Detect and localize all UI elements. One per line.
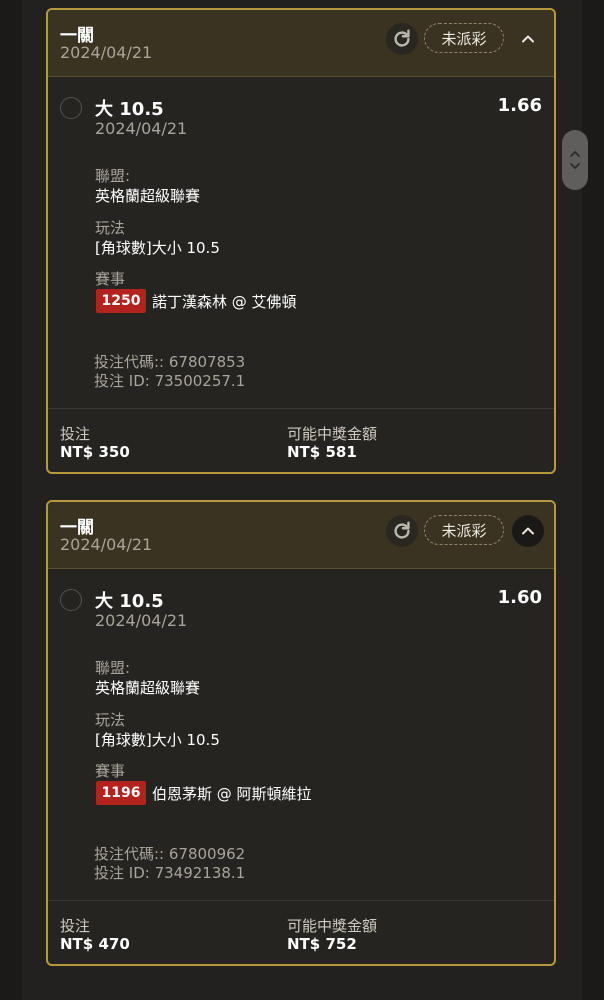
selection-date: 2024/04/21 (95, 119, 188, 138)
select-radio[interactable] (60, 589, 82, 611)
collapse-button[interactable] (512, 515, 544, 547)
market-value: [角球數]大小 10.5 (95, 731, 220, 749)
refresh-icon (394, 521, 410, 539)
match-name: 伯恩茅斯 @ 阿斯頓維拉 (152, 785, 312, 803)
chevron-down-icon[interactable] (569, 162, 581, 171)
league-value: 英格蘭超級聯賽 (95, 679, 201, 697)
event-label: 賽事 (95, 270, 126, 288)
collapse-button[interactable] (512, 23, 544, 55)
bet-id: 投注 ID: 73492138.1 (94, 864, 246, 882)
bet-code: 投注代碼:: 67807853 (94, 353, 246, 371)
league-label: 聯盟: (95, 659, 131, 677)
status-badge: 未派彩 (424, 515, 504, 545)
payout-value: NT$ 581 (287, 443, 357, 461)
bet-id: 投注 ID: 73500257.1 (94, 372, 246, 390)
league-value: 英格蘭超級聯賽 (95, 187, 201, 205)
bet-date: 2024/04/21 (60, 43, 153, 62)
bet-card-header[interactable]: 一關 2024/04/21 未派彩 (48, 502, 554, 569)
bet-card: 一關 2024/04/21 未派彩 大 10.5 1.66 2024/04/21… (46, 8, 556, 474)
payout-label: 可能中獎金額 (287, 425, 378, 443)
stake-value: NT$ 350 (60, 443, 130, 461)
bet-card-body: 大 10.5 1.60 2024/04/21 聯盟: 英格蘭超級聯賽 玩法 [角… (48, 569, 554, 899)
market-value: [角球數]大小 10.5 (95, 239, 220, 257)
bet-code: 投注代碼:: 67800962 (94, 845, 246, 863)
bet-card-footer: 投注 NT$ 350 可能中獎金額 NT$ 581 (48, 408, 554, 472)
bet-date: 2024/04/21 (60, 535, 153, 554)
selection-name: 大 10.5 (95, 591, 164, 612)
chevron-up-icon (522, 35, 534, 43)
bet-card-footer: 投注 NT$ 470 可能中獎金額 NT$ 752 (48, 900, 554, 964)
select-radio[interactable] (60, 97, 82, 119)
match-name: 諾丁漢森林 @ 艾佛頓 (152, 293, 297, 311)
payout-value: NT$ 752 (287, 935, 357, 953)
selection-date: 2024/04/21 (95, 611, 188, 630)
payout-label: 可能中獎金額 (287, 917, 378, 935)
event-label: 賽事 (95, 762, 126, 780)
selection-name: 大 10.5 (95, 99, 164, 120)
refresh-icon (394, 29, 410, 47)
status-badge: 未派彩 (424, 23, 504, 53)
refresh-button[interactable] (386, 515, 418, 547)
stake-value: NT$ 470 (60, 935, 130, 953)
bet-card-body: 大 10.5 1.66 2024/04/21 聯盟: 英格蘭超級聯賽 玩法 [角… (48, 77, 554, 407)
match-code-badge: 1250 (96, 289, 146, 313)
bet-card: 一關 2024/04/21 未派彩 大 10.5 1.60 2024/04/21… (46, 500, 556, 966)
market-label: 玩法 (95, 219, 126, 237)
odds-value: 1.60 (497, 587, 542, 608)
bet-card-header[interactable]: 一關 2024/04/21 未派彩 (48, 10, 554, 77)
stake-label: 投注 (60, 917, 91, 935)
odds-value: 1.66 (497, 95, 542, 116)
chevron-up-icon[interactable] (569, 149, 581, 158)
chevron-up-icon (522, 527, 534, 535)
stake-label: 投注 (60, 425, 91, 443)
scroll-control[interactable] (562, 130, 588, 190)
league-label: 聯盟: (95, 167, 131, 185)
market-label: 玩法 (95, 711, 126, 729)
match-code-badge: 1196 (96, 781, 146, 805)
refresh-button[interactable] (386, 23, 418, 55)
